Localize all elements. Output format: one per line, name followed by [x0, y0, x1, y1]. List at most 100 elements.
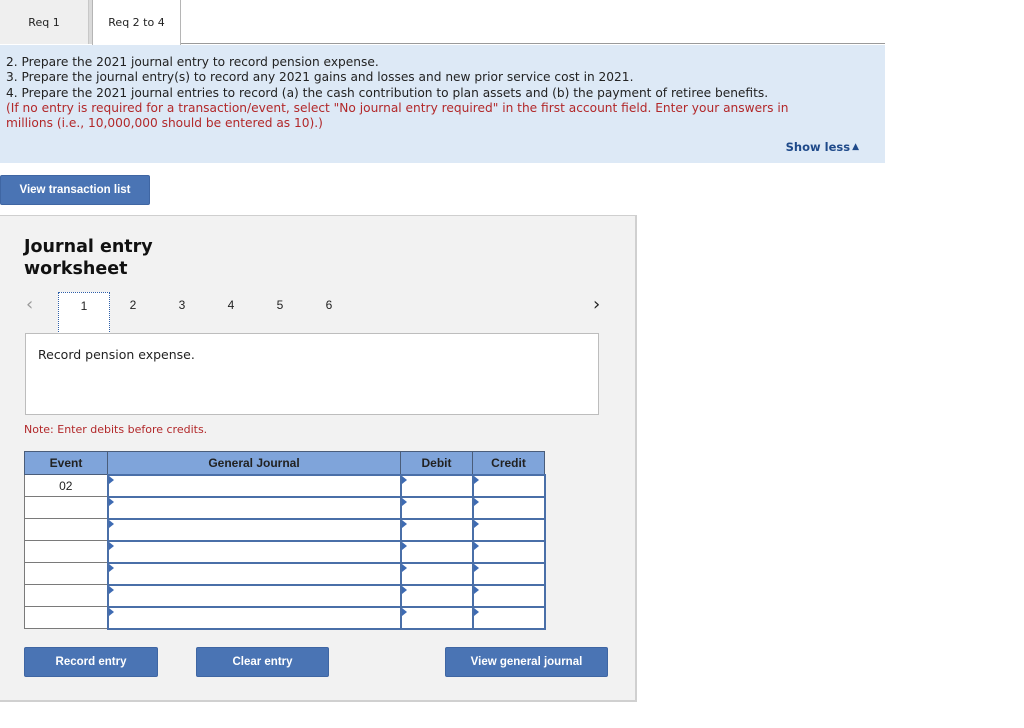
credit-input[interactable]: [473, 608, 544, 627]
credit-input[interactable]: [473, 476, 544, 495]
input-marker-icon: [401, 519, 407, 528]
instructions-panel: 2. Prepare the 2021 journal entry to rec…: [0, 45, 885, 163]
debit-input-cell: [399, 561, 474, 586]
account-select[interactable]: [108, 564, 400, 583]
page-6[interactable]: 6: [319, 298, 339, 312]
table-row: [24, 539, 546, 564]
page-4[interactable]: 4: [221, 298, 241, 312]
worksheet-title: Journal entry worksheet: [24, 237, 153, 279]
instruction-note: (If no entry is required for a transacti…: [6, 100, 789, 115]
credit-input-cell: [471, 605, 546, 630]
input-marker-icon: [108, 475, 114, 484]
page-1[interactable]: 1: [58, 292, 110, 334]
page-3[interactable]: 3: [172, 298, 192, 312]
input-marker-icon: [473, 541, 479, 550]
input-marker-icon: [473, 563, 479, 572]
credit-input[interactable]: [473, 520, 544, 539]
input-marker-icon: [473, 585, 479, 594]
account-select[interactable]: [108, 520, 400, 539]
requirement-tabs: Req 1 Req 2 to 4: [0, 0, 885, 45]
debit-input[interactable]: [401, 608, 472, 627]
input-marker-icon: [108, 563, 114, 572]
header-debit: Debit: [400, 451, 473, 475]
debit-input-cell: [399, 605, 474, 630]
input-marker-icon: [108, 519, 114, 528]
tab-label: Req 2 to 4: [108, 16, 165, 29]
table-row: [24, 561, 546, 586]
credit-input-cell: [471, 561, 546, 586]
input-marker-icon: [401, 541, 407, 550]
input-marker-icon: [108, 585, 114, 594]
input-marker-icon: [401, 497, 407, 506]
event-cell: [24, 562, 108, 585]
debit-input[interactable]: [401, 586, 472, 605]
account-select[interactable]: [108, 476, 400, 495]
view-general-journal-button[interactable]: View general journal: [445, 647, 608, 677]
event-cell: [24, 584, 108, 607]
debit-input-cell: [399, 583, 474, 608]
show-less-link[interactable]: Show less ▲: [786, 140, 859, 155]
credit-input-cell: [471, 517, 546, 542]
account-select[interactable]: [108, 608, 400, 627]
debit-input-cell: [399, 517, 474, 542]
debit-input[interactable]: [401, 476, 472, 495]
credit-input-cell: [471, 539, 546, 564]
debit-input[interactable]: [401, 542, 472, 561]
journal-table: Event General Journal Debit Credit 02: [24, 451, 546, 630]
debit-input-cell: [399, 473, 474, 498]
header-general-journal: General Journal: [107, 451, 401, 475]
input-marker-icon: [401, 585, 407, 594]
instruction-line: 2. Prepare the 2021 journal entry to rec…: [6, 55, 379, 69]
credit-input[interactable]: [473, 564, 544, 583]
debit-input[interactable]: [401, 498, 472, 517]
event-cell: [24, 606, 108, 629]
debit-input[interactable]: [401, 520, 472, 539]
credit-input[interactable]: [473, 586, 544, 605]
table-row: [24, 517, 546, 542]
input-marker-icon: [473, 519, 479, 528]
debit-input-cell: [399, 495, 474, 520]
clear-entry-button[interactable]: Clear entry: [196, 647, 329, 677]
credit-input[interactable]: [473, 542, 544, 561]
account-select[interactable]: [108, 498, 400, 517]
debits-before-credits-note: Note: Enter debits before credits.: [24, 423, 208, 436]
instruction-note: millions (i.e., 10,000,000 should be ent…: [6, 116, 323, 131]
input-marker-icon: [401, 607, 407, 616]
table-row: [24, 583, 546, 608]
view-transaction-list-button[interactable]: View transaction list: [0, 175, 150, 205]
record-entry-button[interactable]: Record entry: [24, 647, 158, 677]
table-row: 02: [24, 473, 546, 498]
page-2[interactable]: 2: [123, 298, 143, 312]
chevron-right-icon[interactable]: ›: [593, 294, 600, 315]
input-marker-icon: [473, 497, 479, 506]
account-select-cell: [106, 605, 402, 630]
journal-entry-worksheet: Journal entry worksheet ‹ 1 2 3 4 5 6 › …: [0, 215, 637, 702]
worksheet-pager: ‹ 1 2 3 4 5 6 ›: [0, 292, 637, 334]
debit-input[interactable]: [401, 564, 472, 583]
input-marker-icon: [473, 475, 479, 484]
input-marker-icon: [108, 607, 114, 616]
table-row: [24, 605, 546, 630]
page-5[interactable]: 5: [270, 298, 290, 312]
tab-req-2-to-4[interactable]: Req 2 to 4: [92, 0, 181, 45]
tab-req-1[interactable]: Req 1: [0, 0, 89, 44]
input-marker-icon: [401, 475, 407, 484]
input-marker-icon: [108, 497, 114, 506]
entry-description: Record pension expense.: [25, 333, 599, 415]
input-marker-icon: [401, 563, 407, 572]
input-marker-icon: [108, 541, 114, 550]
event-cell: [24, 540, 108, 563]
account-select[interactable]: [108, 542, 400, 561]
event-cell: 02: [24, 474, 108, 497]
account-select-cell: [106, 583, 402, 608]
account-select[interactable]: [108, 586, 400, 605]
event-cell: [24, 518, 108, 541]
chevron-left-icon[interactable]: ‹: [26, 294, 33, 315]
account-select-cell: [106, 473, 402, 498]
event-cell: [24, 496, 108, 519]
input-marker-icon: [473, 607, 479, 616]
header-event: Event: [24, 451, 108, 475]
account-select-cell: [106, 539, 402, 564]
credit-input[interactable]: [473, 498, 544, 517]
account-select-cell: [106, 561, 402, 586]
